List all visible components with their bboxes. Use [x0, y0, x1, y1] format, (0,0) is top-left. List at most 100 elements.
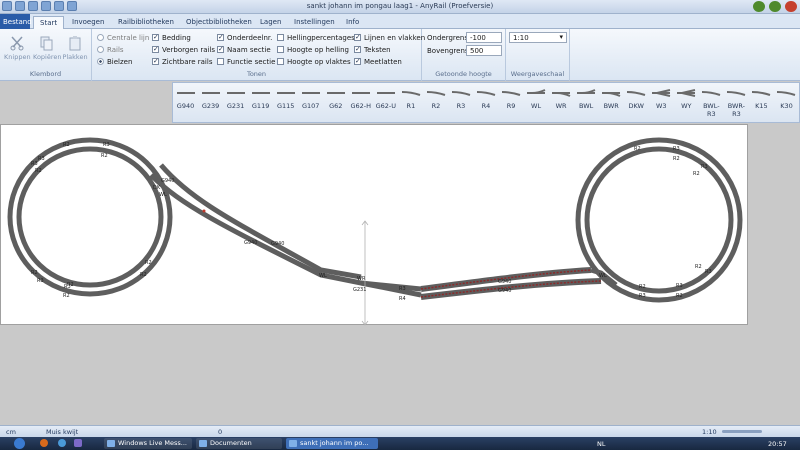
palette-item-g107[interactable]: G107: [298, 83, 323, 122]
check-lijnen-en-vlakken[interactable]: Lijnen en vlakken: [354, 32, 425, 43]
track-label: WL: [599, 273, 607, 279]
track-label: R2: [63, 142, 70, 148]
palette-item-dkw[interactable]: DKW: [624, 83, 649, 122]
track-label: R2: [634, 146, 641, 152]
tab-railbibliotheken[interactable]: Railbibliotheken: [112, 16, 180, 29]
taskbar-item-documenten[interactable]: Documenten: [196, 438, 282, 449]
start-orb-icon[interactable]: [14, 438, 25, 449]
palette-item-g239[interactable]: G239: [198, 83, 223, 122]
palette-item-g62-u[interactable]: G62-U: [373, 83, 398, 122]
lower-limit-input[interactable]: -100: [466, 32, 502, 43]
check-hellingpercentages[interactable]: Hellingpercentages: [277, 33, 355, 43]
check-bedding[interactable]: Bedding: [152, 32, 191, 43]
check-onderdeelnr[interactable]: Onderdeelnr.: [217, 32, 272, 43]
track-label: R2: [63, 293, 70, 299]
check-hoogte-op-vlaktes[interactable]: Hoogte op vlaktes: [277, 57, 351, 67]
track-palette: G940 G239 G231 G119 G115 G107 G62 G62-H G62-U R1 R…: [172, 82, 800, 123]
palette-item-bwr[interactable]: BWR: [599, 83, 624, 122]
track-label: G231: [353, 287, 366, 293]
group-label-hoogte: Getoonde hoogte: [435, 70, 492, 78]
check-zichtbare-rails[interactable]: Zichtbare rails: [152, 56, 212, 67]
palette-item-k15[interactable]: K15: [749, 83, 774, 122]
palette-label: G239: [201, 102, 220, 110]
language-indicator[interactable]: NL: [597, 440, 605, 448]
copy-button[interactable]: Kopiëren: [33, 33, 62, 61]
palette-item-wr[interactable]: WR: [549, 83, 574, 122]
zoom-slider[interactable]: [722, 430, 762, 433]
track-label: R3: [639, 293, 646, 299]
zoom-level: 1:10: [702, 428, 717, 436]
tab-lagen[interactable]: Lagen: [254, 16, 287, 29]
track-label: WL: [159, 192, 167, 198]
tab-invoegen[interactable]: Invoegen: [66, 16, 110, 29]
radio-rails[interactable]: Rails: [97, 45, 124, 55]
media-icon[interactable]: [74, 439, 82, 447]
palette-label: R9: [506, 102, 516, 110]
palette-item-bwl[interactable]: BWL: [574, 83, 599, 122]
maximize-button[interactable]: [769, 1, 781, 12]
radio-bielzen[interactable]: Bielzen: [97, 57, 132, 67]
lower-limit-label: Ondergrens: [427, 34, 469, 42]
palette-item-wy[interactable]: WY: [674, 83, 699, 122]
group-getoonde-hoogte: Ondergrens -100 Bovengrens 500 Getoonde …: [422, 29, 506, 81]
palette-item-g940[interactable]: G940: [173, 83, 198, 122]
track-label: R2: [673, 156, 680, 162]
minimize-button[interactable]: [753, 1, 765, 12]
palette-item-bwr-r3[interactable]: BWR-R3: [724, 83, 749, 122]
palette-item-r3[interactable]: R3: [448, 83, 473, 122]
tab-info[interactable]: Info: [340, 16, 365, 29]
tab-instellingen[interactable]: Instellingen: [288, 16, 341, 29]
track-label: R3: [103, 142, 110, 148]
palette-label: K15: [755, 102, 768, 110]
check-hoogte-op-helling[interactable]: Hoogte op helling: [277, 45, 349, 55]
palette-label: BWR: [603, 102, 619, 110]
palette-item-r1[interactable]: R1: [398, 83, 423, 122]
palette-label: BWL-R3: [703, 102, 720, 118]
check-verborgen-rails[interactable]: Verborgen rails: [152, 44, 215, 55]
clock[interactable]: 20:57: [768, 440, 787, 448]
chevron-down-icon: ▾: [559, 33, 563, 41]
copy-label: Kopiëren: [33, 53, 62, 61]
track-label: R3: [701, 164, 708, 170]
palette-item-g119[interactable]: G119: [248, 83, 273, 122]
check-meetlatten[interactable]: Meetlatten: [354, 56, 402, 67]
paste-button[interactable]: Plakken: [62, 33, 88, 61]
taskbar-item-messenger[interactable]: Windows Live Mess...: [104, 438, 192, 449]
palette-item-g115[interactable]: G115: [273, 83, 298, 122]
check-naam-sectie[interactable]: Naam sectie: [217, 44, 271, 55]
palette-item-k30[interactable]: K30: [774, 83, 799, 122]
tab-start[interactable]: Start: [33, 16, 65, 29]
palette-item-r9[interactable]: R9: [499, 83, 524, 122]
mouse-status: Muis kwijt: [46, 428, 79, 436]
palette-item-r4[interactable]: R4: [473, 83, 498, 122]
scissors-icon: [9, 35, 25, 51]
check-functie-sectie[interactable]: Functie sectie: [217, 57, 275, 67]
palette-item-w3[interactable]: W3: [649, 83, 674, 122]
palette-item-r2[interactable]: R2: [423, 83, 448, 122]
palette-label: G107: [301, 102, 320, 110]
scale-select[interactable]: 1:10 ▾: [509, 32, 567, 43]
check-teksten[interactable]: Teksten: [354, 44, 391, 55]
palette-item-g62[interactable]: G62: [323, 83, 348, 122]
track-label: R3: [31, 161, 38, 167]
browser-icon[interactable]: [40, 439, 48, 447]
close-button[interactable]: [785, 1, 797, 12]
palette-item-bwl-r3[interactable]: BWL-R3: [699, 83, 724, 122]
tab-objectbibliotheken[interactable]: Objectbibliotheken: [180, 16, 258, 29]
track-label: R2: [693, 171, 700, 177]
radio-centrale-lijn[interactable]: Centrale lijn: [97, 33, 149, 43]
taskbar-item-anyrail[interactable]: sankt johann im po...: [286, 438, 378, 449]
palette-item-g231[interactable]: G231: [223, 83, 248, 122]
tab-bestand[interactable]: Bestand: [0, 14, 32, 29]
palette-item-g62-h[interactable]: G62-H: [348, 83, 373, 122]
group-klembord: Knippen Kopiëren Plakken Klembord: [0, 29, 92, 81]
taskbar: Windows Live Mess... Documenten sankt jo…: [0, 437, 800, 450]
cut-button[interactable]: Knippen: [4, 33, 31, 61]
track-label: G940: [498, 279, 511, 285]
upper-limit-input[interactable]: 500: [466, 45, 502, 56]
explorer-icon[interactable]: [58, 439, 66, 447]
connecting-track-lower[interactable]: [159, 163, 362, 280]
palette-item-wl[interactable]: WL: [524, 83, 549, 122]
track-label: G940: [161, 178, 174, 184]
layout-canvas[interactable]: R2 R3 R3 R2 R3 R2 R2 R2 R2 R2 R3 R3 R2 D…: [0, 124, 748, 326]
